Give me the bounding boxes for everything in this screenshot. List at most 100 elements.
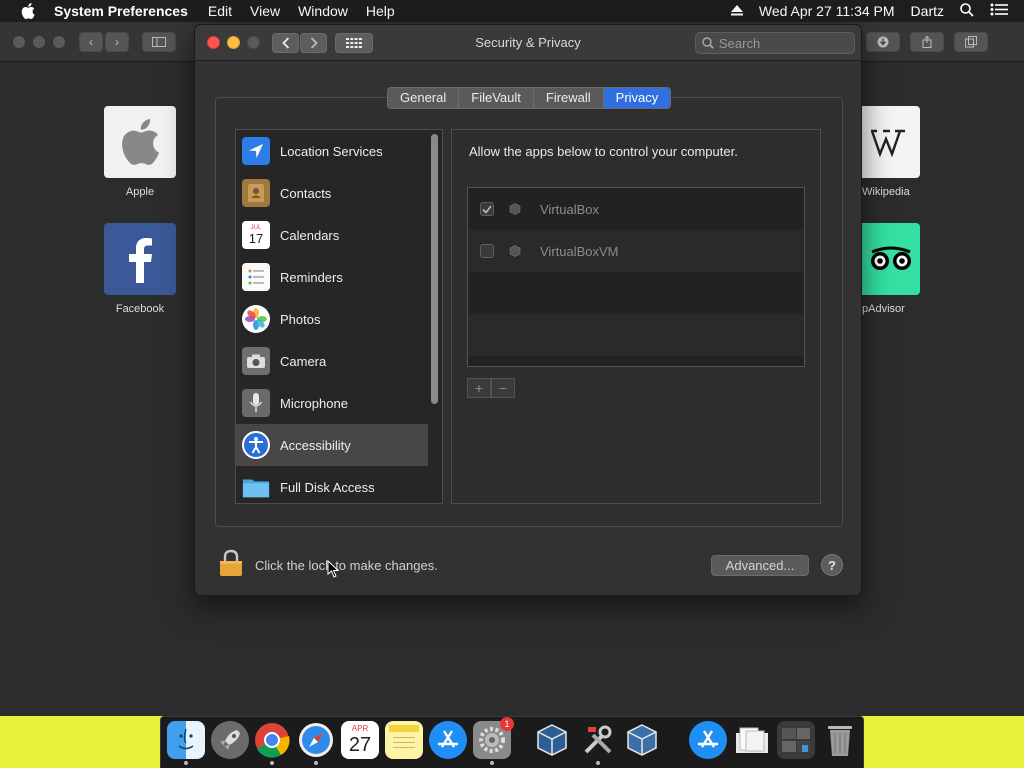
apple-logo-icon — [104, 106, 176, 178]
dock-downloads-stack[interactable] — [777, 721, 815, 759]
rocket-icon — [220, 730, 240, 750]
dock-app-store-downloads[interactable] — [689, 721, 727, 759]
notes-icon — [389, 725, 419, 748]
dock-virtualbox-vm[interactable] — [623, 721, 661, 759]
sidebar-item-reminders[interactable]: Reminders — [236, 256, 428, 298]
accessibility-icon — [242, 431, 270, 459]
menu-help[interactable]: Help — [366, 3, 395, 19]
sidebar-item-label: Contacts — [280, 185, 332, 201]
browser-share-icon[interactable] — [910, 32, 944, 52]
dock-documents-folder[interactable] — [733, 721, 771, 759]
accessibility-panel: Allow the apps below to control your com… — [451, 129, 821, 504]
favorite-apple[interactable]: Apple — [104, 106, 176, 198]
sidebar-item-label: Photos — [280, 311, 321, 327]
sidebar-item-contacts[interactable]: Contacts — [236, 172, 428, 214]
browser-minimize-icon[interactable] — [33, 36, 45, 48]
sidebar-item-label: Microphone — [280, 395, 348, 411]
folder-icon — [242, 473, 270, 501]
app-name: VirtualBox — [540, 201, 600, 217]
tools-icon — [584, 725, 612, 754]
reminders-icon — [242, 263, 270, 291]
sidebar-item-label: Full Disk Access — [280, 479, 375, 495]
contacts-icon — [242, 179, 270, 207]
mouse-cursor-icon — [327, 560, 339, 578]
facebook-logo-icon — [104, 223, 176, 295]
browser-close-icon[interactable] — [13, 36, 25, 48]
calendar-day: 27 — [348, 734, 372, 756]
dock-virtualbox[interactable] — [533, 721, 571, 759]
app-checkbox-virtualbox[interactable] — [480, 202, 494, 216]
tab-general[interactable]: General — [388, 88, 460, 108]
favorite-wikipedia[interactable]: Wikipedia — [862, 106, 920, 198]
browser-back-icon[interactable]: ‹ — [79, 32, 103, 52]
browser-sidebar-icon[interactable] — [142, 32, 176, 52]
app-store-icon — [438, 730, 458, 748]
sidebar-scrollbar[interactable] — [431, 134, 438, 404]
sidebar-item-location-services[interactable]: Location Services — [236, 130, 428, 172]
safari-compass-icon — [299, 723, 333, 757]
tab-bar: General FileVault Firewall Privacy — [387, 87, 672, 109]
browser-forward-icon[interactable]: › — [105, 32, 129, 52]
trash-icon — [828, 726, 852, 756]
tripadvisor-logo-icon — [862, 223, 920, 295]
sidebar-item-microphone[interactable]: Microphone — [236, 382, 428, 424]
advanced-button[interactable]: Advanced... — [711, 555, 809, 576]
panel-caption: Allow the apps below to control your com… — [469, 144, 738, 159]
menu-edit[interactable]: Edit — [208, 3, 232, 19]
add-app-button[interactable]: + — [467, 378, 491, 398]
menubar-user[interactable]: Dartz — [911, 3, 944, 19]
app-name-menu[interactable]: System Preferences — [54, 3, 188, 19]
app-row-virtualbox[interactable]: VirtualBox — [468, 188, 804, 230]
browser-zoom-icon[interactable] — [53, 36, 65, 48]
search-field[interactable] — [695, 32, 855, 54]
browser-downloads-icon[interactable] — [866, 32, 900, 52]
running-indicator — [596, 761, 600, 765]
dock-utility-tools[interactable] — [579, 721, 617, 765]
sidebar-item-photos[interactable]: Photos — [236, 298, 428, 340]
dock-launchpad[interactable] — [211, 721, 249, 759]
remove-app-button[interactable]: − — [491, 378, 515, 398]
tab-privacy[interactable]: Privacy — [603, 88, 671, 108]
browser-tabs-icon[interactable] — [954, 32, 988, 52]
running-indicator — [184, 761, 188, 765]
favorite-label: Wikipedia — [862, 186, 910, 198]
sidebar-item-calendars[interactable]: JUL 17 Calendars — [236, 214, 428, 256]
app-row-virtualboxvm[interactable]: VirtualBoxVM — [468, 230, 804, 272]
sidebar-item-full-disk-access[interactable]: Full Disk Access — [236, 466, 428, 503]
spotlight-search-icon[interactable] — [960, 2, 974, 20]
lock-icon[interactable] — [219, 549, 243, 577]
dock-notes[interactable] — [385, 721, 423, 759]
eject-icon[interactable] — [730, 3, 743, 19]
notification-center-icon[interactable] — [990, 3, 1008, 19]
menu-window[interactable]: Window — [298, 3, 348, 19]
favorite-label: Apple — [125, 186, 155, 198]
dock-trash[interactable] — [821, 721, 859, 759]
dock-safari[interactable] — [297, 721, 335, 765]
search-icon — [702, 37, 714, 49]
dock-calendar[interactable]: APR 27 — [341, 721, 379, 759]
menubar-status-area: Wed Apr 27 11:34 PM Dartz — [730, 0, 1024, 22]
apple-menu-icon[interactable] — [18, 3, 38, 19]
dock-chrome[interactable] — [253, 721, 291, 765]
menu-view[interactable]: View — [250, 3, 280, 19]
dock-app-store[interactable] — [429, 721, 467, 759]
lock-message: Click the lock to make changes. — [255, 558, 438, 573]
favorite-tripadvisor[interactable]: pAdvisor — [862, 223, 920, 315]
chrome-icon — [255, 723, 290, 758]
notification-badge: 1 — [500, 717, 514, 731]
dock-system-preferences[interactable]: 1 — [473, 717, 514, 765]
search-input[interactable] — [719, 35, 839, 51]
window-titlebar: Security & Privacy — [195, 25, 861, 61]
microphone-icon — [242, 389, 270, 417]
sidebar-item-camera[interactable]: Camera — [236, 340, 428, 382]
tab-firewall[interactable]: Firewall — [534, 88, 604, 108]
help-button[interactable]: ? — [821, 554, 843, 576]
menubar-clock[interactable]: Wed Apr 27 11:34 PM — [759, 3, 895, 19]
app-store-icon — [698, 730, 718, 748]
menu-bar: System Preferences Edit View Window Help… — [0, 0, 1024, 22]
dock-finder[interactable] — [167, 721, 205, 765]
favorite-facebook[interactable]: Facebook — [104, 223, 176, 315]
sidebar-item-accessibility[interactable]: Accessibility — [236, 424, 428, 466]
app-checkbox-virtualboxvm[interactable] — [480, 244, 494, 258]
tab-filevault[interactable]: FileVault — [459, 88, 534, 108]
